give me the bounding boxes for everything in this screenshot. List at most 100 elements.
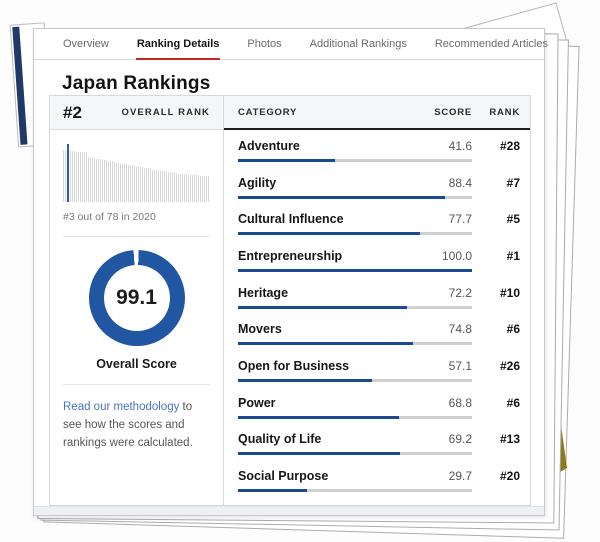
table-row: Movers 74.8 #6: [238, 316, 520, 353]
rank-bar: [94, 158, 95, 202]
rank-bar: [112, 161, 113, 202]
rank-bar: [202, 176, 203, 202]
category-label: Movers: [238, 322, 412, 336]
rank-bar: [74, 151, 75, 202]
tab-additional-rankings[interactable]: Additional Rankings: [309, 30, 408, 59]
rank-bar: [110, 161, 111, 202]
overall-rank-value: #2: [63, 103, 82, 123]
score-value: 74.8: [412, 322, 472, 336]
methodology-text: Read our methodology to see how the scor…: [63, 398, 210, 452]
overall-score-label: Overall Score: [96, 357, 177, 371]
next-section-cutoff: [34, 506, 544, 515]
table-header: CATEGORY SCORE RANK: [224, 96, 530, 130]
rank-bar: [140, 167, 141, 202]
rank-value: #20: [472, 469, 520, 483]
overall-score-value: 99.1: [116, 286, 157, 310]
rank-bar: [150, 169, 151, 202]
rank-bar: [160, 171, 161, 202]
score-bar-fill: [238, 416, 399, 419]
rank-bar: [188, 175, 189, 202]
rank-bar: [130, 165, 131, 202]
rank-bar: [76, 152, 77, 202]
score-value: 57.1: [412, 359, 472, 373]
rank-bar: [168, 172, 169, 202]
rank-bar: [90, 157, 91, 202]
category-table: CATEGORY SCORE RANK Adventure 41.6 #28 A…: [224, 96, 530, 505]
rank-bar: [126, 164, 127, 202]
rank-value: #5: [472, 212, 520, 226]
table-row: Quality of Life 69.2 #13: [238, 426, 520, 463]
methodology-link[interactable]: Read our methodology: [63, 401, 179, 413]
rank-bar: [142, 167, 143, 202]
rank-bar: [70, 151, 71, 202]
table-row: Social Purpose 29.7 #20: [238, 462, 520, 499]
score-bar-track: [238, 342, 472, 345]
tab-photos[interactable]: Photos: [246, 30, 282, 59]
rank-bar: [106, 160, 107, 202]
rank-bar: [194, 175, 195, 202]
score-value: 88.4: [412, 176, 472, 190]
rank-bar: [63, 150, 64, 202]
rank-bar: [92, 158, 93, 202]
table-row: Power 68.8 #6: [238, 389, 520, 426]
rank-value: #13: [472, 432, 520, 446]
score-bar-fill: [238, 269, 472, 272]
rank-bar: [148, 168, 149, 202]
score-bar-track: [238, 159, 472, 162]
score-value: 100.0: [412, 249, 472, 263]
rank-bar: [198, 175, 199, 202]
rank-bar: [164, 171, 165, 202]
score-bar-track: [238, 232, 472, 235]
score-bar-track: [238, 196, 472, 199]
rank-bar: [72, 151, 73, 202]
rank-bar: [100, 159, 101, 202]
tab-overview[interactable]: Overview: [62, 30, 110, 59]
rank-bar: [138, 167, 139, 202]
overall-rank-label: OVERALL RANK: [122, 107, 211, 118]
rank-bar: [176, 173, 177, 202]
category-label: Cultural Influence: [238, 212, 412, 226]
rank-bar: [124, 164, 125, 202]
rank-value: #26: [472, 359, 520, 373]
score-bar-fill: [238, 489, 307, 492]
score-bar-track: [238, 269, 472, 272]
category-label: Open for Business: [238, 359, 412, 373]
score-bar-fill: [238, 379, 372, 382]
rank-bar: [122, 164, 123, 202]
score-value: 72.2: [412, 286, 472, 300]
rank-bar: [104, 160, 105, 202]
page-stack: Overview Ranking Details Photos Additional …: [0, 0, 600, 542]
score-bar-track: [238, 306, 472, 309]
table-row: Agility 88.4 #7: [238, 169, 520, 206]
rank-bar: [134, 166, 135, 202]
tab-ranking-details[interactable]: Ranking Details: [136, 30, 221, 59]
rank-bar: [144, 168, 145, 202]
rank-bar: [158, 171, 159, 202]
rank-bar: [80, 152, 81, 202]
rank-bar: [88, 157, 89, 202]
rank-bar: [82, 152, 83, 202]
score-bar-fill: [238, 159, 335, 162]
category-label: Quality of Life: [238, 432, 412, 446]
score-bar-track: [238, 452, 472, 455]
rankings-card: #2 OVERALL RANK #3 out of 78 in 2020 99.…: [49, 95, 531, 506]
table-row: Heritage 72.2 #10: [238, 279, 520, 316]
rank-bar: [154, 170, 155, 202]
table-row: Entrepreneurship 100.0 #1: [238, 242, 520, 279]
rank-distribution-chart: [63, 144, 210, 202]
rank-bar: [190, 175, 191, 202]
divider: [63, 236, 210, 237]
table-row: Open for Business 57.1 #26: [238, 352, 520, 389]
rank-bar: [84, 152, 85, 202]
rank-bar: [146, 168, 147, 202]
score-value: 68.8: [412, 396, 472, 410]
category-label: Power: [238, 396, 412, 410]
rank-bar: [162, 171, 163, 202]
rank-bar: [196, 175, 197, 202]
category-label: Social Purpose: [238, 469, 412, 483]
category-label: Heritage: [238, 286, 412, 300]
table-body: Adventure 41.6 #28 Agility 88.4 #7 Cultu…: [224, 130, 530, 505]
score-bar-track: [238, 379, 472, 382]
tab-recommended-articles[interactable]: Recommended Articles: [434, 30, 549, 59]
rank-bar: [108, 161, 109, 202]
